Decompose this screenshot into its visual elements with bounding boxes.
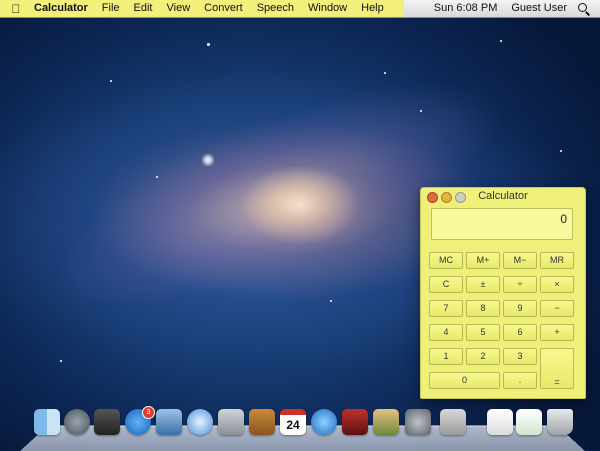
key-1[interactable]: 1: [429, 348, 463, 365]
star: [156, 176, 158, 178]
key-0[interactable]: 0: [429, 372, 500, 389]
menu-edit[interactable]: Edit: [127, 0, 160, 17]
menu-window[interactable]: Window: [301, 0, 354, 17]
key-mc[interactable]: MC: [429, 252, 463, 269]
key-6[interactable]: 6: [503, 324, 537, 341]
key-5[interactable]: 5: [466, 324, 500, 341]
menu-help[interactable]: Help: [354, 0, 391, 17]
calendar-icon[interactable]: 24: [280, 409, 306, 435]
key-3[interactable]: 3: [503, 348, 537, 365]
iphoto-icon[interactable]: [373, 409, 399, 435]
key-divide[interactable]: ÷: [503, 276, 537, 293]
menu-extras: Sun 6:08 PM Guest User: [427, 0, 600, 17]
system-preferences-icon[interactable]: [405, 409, 431, 435]
user-menu[interactable]: Guest User: [504, 0, 574, 17]
key-mr[interactable]: MR: [540, 252, 574, 269]
star: [384, 72, 386, 74]
key-9[interactable]: 9: [503, 300, 537, 317]
key-clear[interactable]: C: [429, 276, 463, 293]
key-7[interactable]: 7: [429, 300, 463, 317]
finder-icon[interactable]: [34, 409, 60, 435]
key-decimal[interactable]: .: [503, 372, 537, 389]
bright-star: [201, 153, 215, 167]
apple-icon[interactable]: : [6, 2, 26, 16]
key-8[interactable]: 8: [466, 300, 500, 317]
menu-speech[interactable]: Speech: [250, 0, 301, 17]
menu-bar:  Calculator File Edit View Convert Spee…: [0, 0, 600, 18]
photo-booth-icon[interactable]: [342, 409, 368, 435]
key-2[interactable]: 2: [466, 348, 500, 365]
menu-items:  Calculator File Edit View Convert Spee…: [0, 0, 391, 17]
key-m-plus[interactable]: M+: [466, 252, 500, 269]
downloads-icon[interactable]: [516, 409, 542, 435]
key-m-minus[interactable]: M−: [503, 252, 537, 269]
key-plus[interactable]: +: [540, 324, 574, 341]
itunes-icon[interactable]: [311, 409, 337, 435]
key-equals[interactable]: =: [540, 348, 574, 389]
calculator-window: Calculator 0 MC M+ M− MR C ± ÷ × 7 8 9 −…: [420, 187, 586, 399]
menu-file[interactable]: File: [95, 0, 127, 17]
trash-icon[interactable]: [547, 409, 573, 435]
mission-control-icon[interactable]: [94, 409, 120, 435]
star: [420, 110, 422, 112]
safari-icon[interactable]: [187, 409, 213, 435]
menu-view[interactable]: View: [160, 0, 198, 17]
star: [110, 80, 112, 82]
spotlight-search-icon[interactable]: [578, 2, 590, 15]
menu-convert[interactable]: Convert: [197, 0, 250, 17]
star: [560, 150, 562, 152]
key-plus-minus[interactable]: ±: [466, 276, 500, 293]
calculator-icon[interactable]: [440, 409, 466, 435]
calculator-display: 0: [431, 208, 573, 240]
facetime-icon[interactable]: [218, 409, 244, 435]
menu-app-name[interactable]: Calculator: [26, 0, 95, 17]
app-store-badge: 3: [142, 406, 155, 419]
clock[interactable]: Sun 6:08 PM: [427, 0, 505, 17]
key-4[interactable]: 4: [429, 324, 463, 341]
contacts-icon[interactable]: [249, 409, 275, 435]
star: [500, 40, 502, 42]
calculator-title: Calculator: [478, 190, 528, 202]
key-multiply[interactable]: ×: [540, 276, 574, 293]
star: [330, 300, 332, 302]
star: [60, 360, 62, 362]
key-minus[interactable]: −: [540, 300, 574, 317]
star: [207, 43, 210, 46]
document-icon[interactable]: [487, 409, 513, 435]
launchpad-icon[interactable]: [64, 409, 90, 435]
mail-icon[interactable]: [156, 409, 182, 435]
